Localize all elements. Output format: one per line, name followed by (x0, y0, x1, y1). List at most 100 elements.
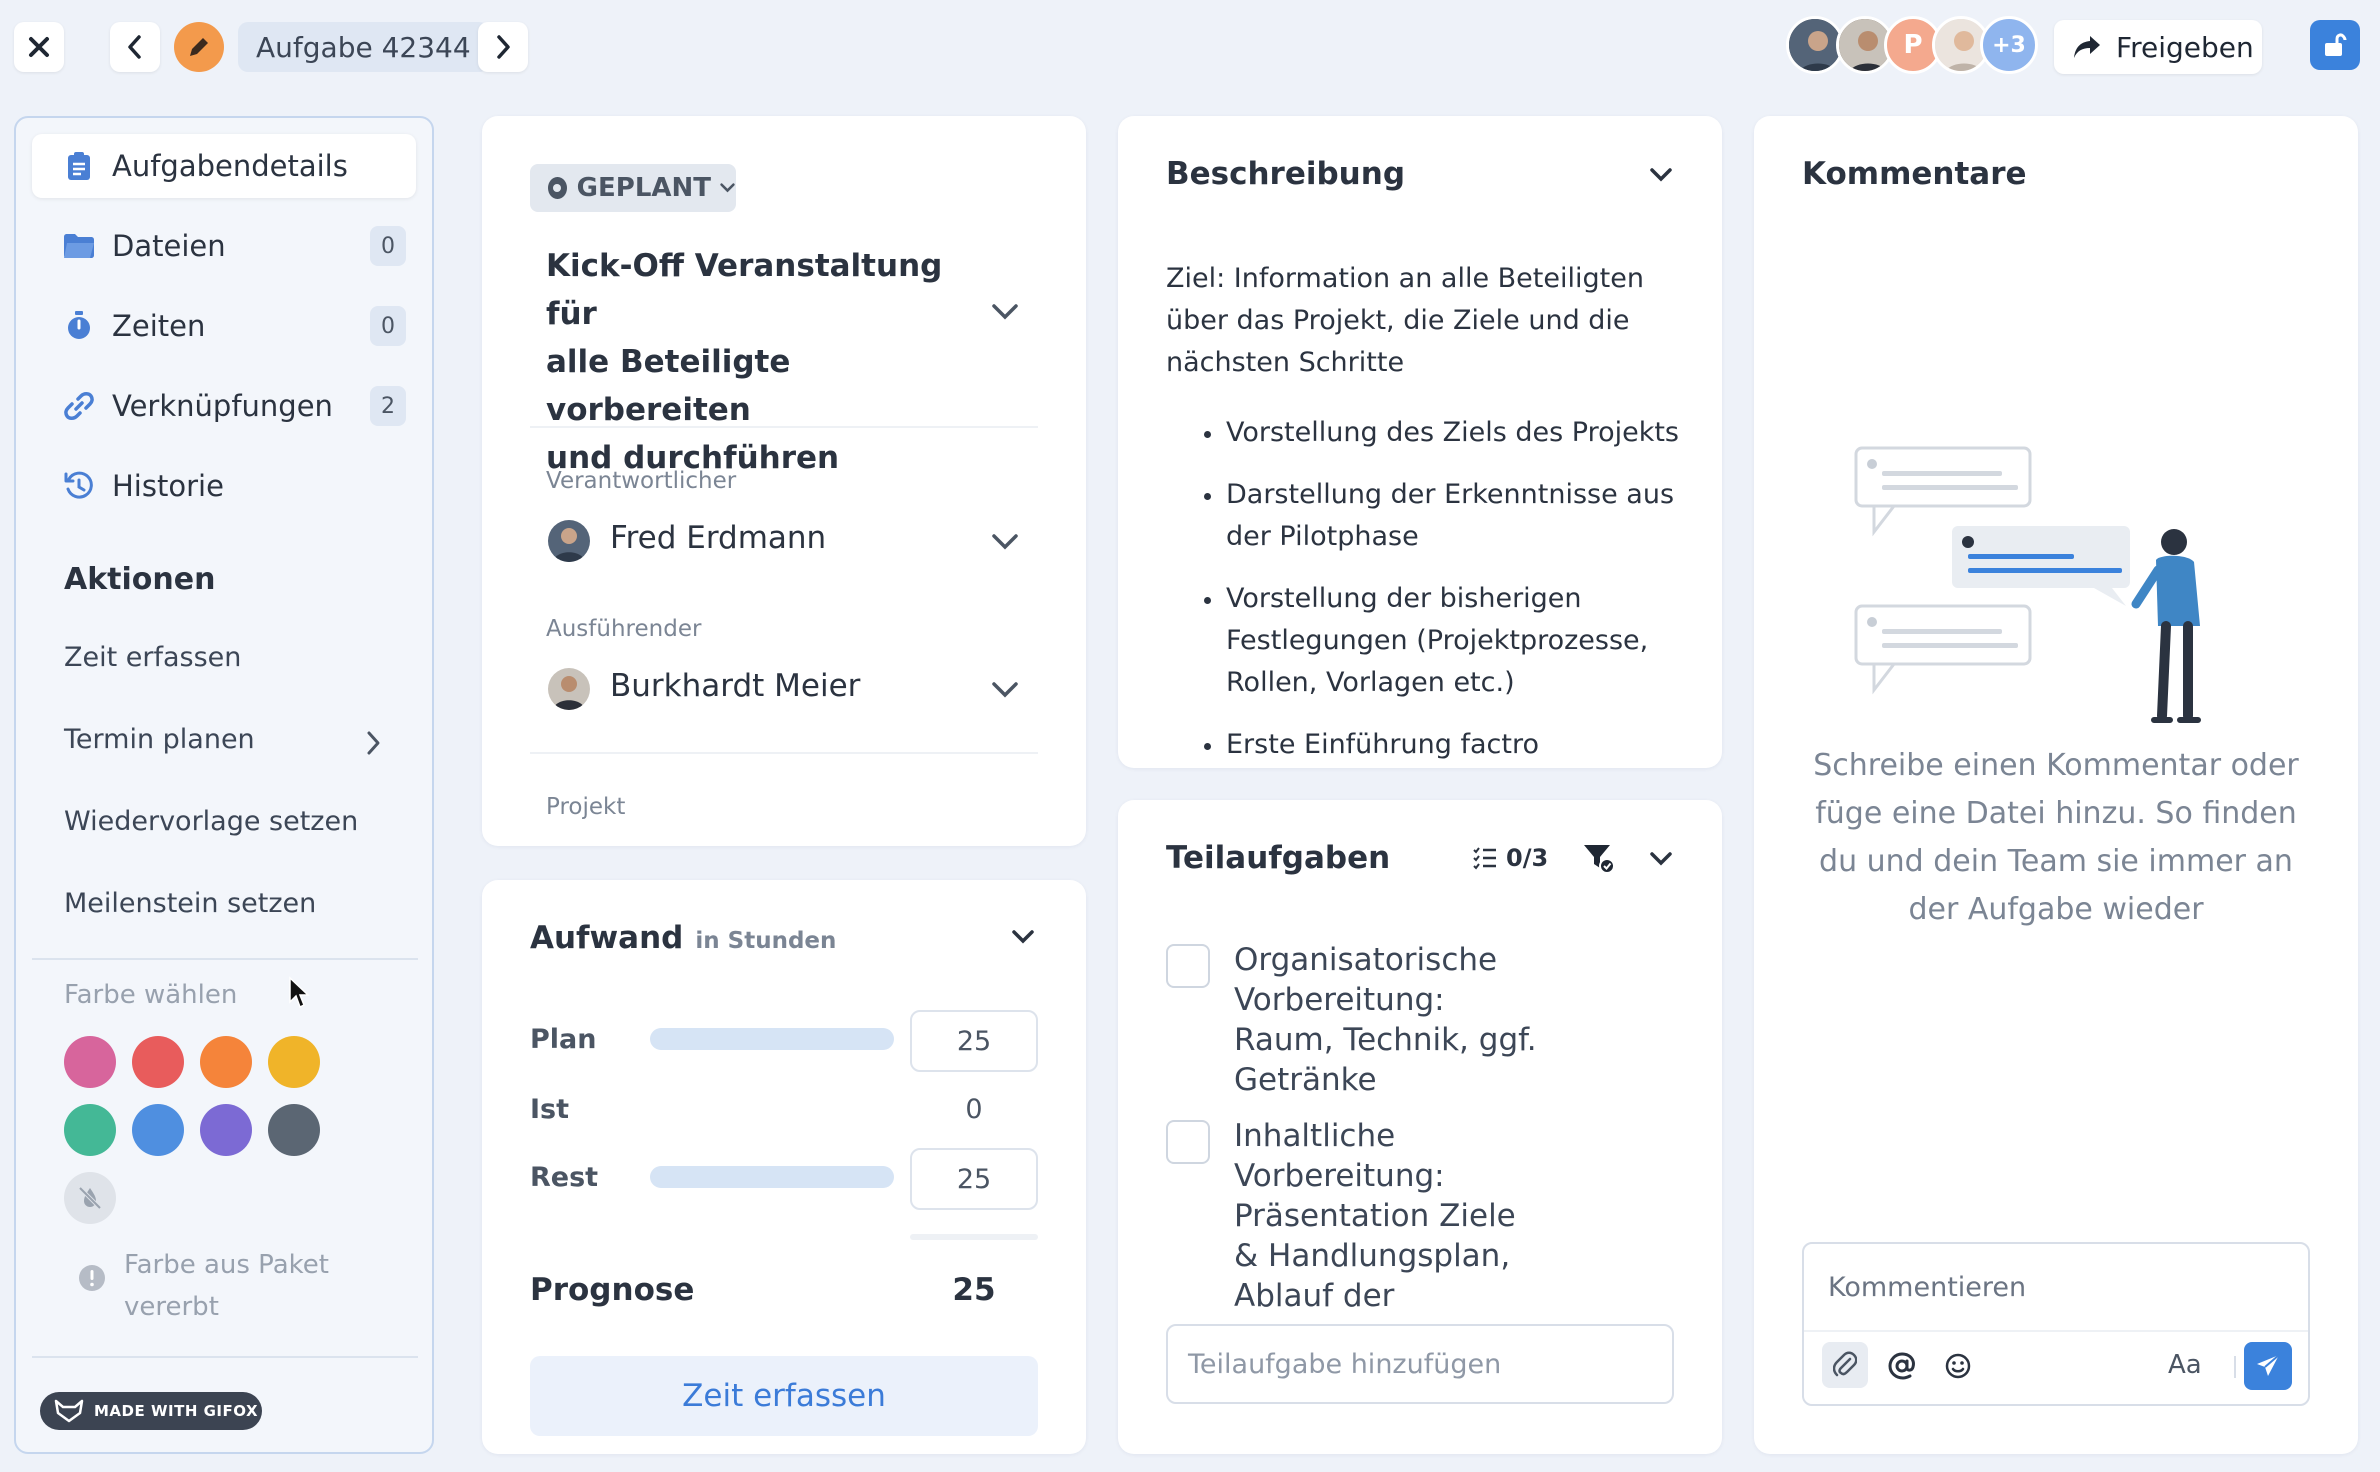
description-line: Ziel: Information an alle Beteiligten (1166, 263, 1644, 294)
description-intro: Ziel: Information an alle Beteiligten üb… (1166, 258, 1686, 384)
sidebar-item-label: Dateien (112, 229, 226, 263)
subtask-checkbox[interactable] (1166, 1120, 1210, 1164)
description-bullet-line: Vorstellung des Ziels des Projekts (1226, 417, 1680, 448)
sidebar-divider (32, 1356, 418, 1358)
links-count-badge: 2 (370, 386, 406, 426)
plan-input[interactable]: 25 (910, 1010, 1038, 1072)
subtask-checkbox[interactable] (1166, 944, 1210, 988)
subtasks-count: 0/3 (1506, 844, 1549, 872)
unlock-icon (2325, 33, 2347, 56)
effort-card: Aufwand in Stunden Plan 25 Ist 0 Rest 25… (482, 880, 1086, 1454)
comments-title: Kommentare (1802, 156, 2027, 192)
action-termin-planen[interactable]: Termin planen (64, 724, 255, 755)
log-time-button-label: Zeit erfassen (682, 1378, 886, 1414)
description-bullet: Darstellung der Erkenntnisse aus der Pil… (1226, 474, 1674, 558)
color-section-heading: Farbe wählen (64, 980, 238, 1010)
filter-icon[interactable] (1582, 842, 1616, 874)
comment-composer: Kommentieren Aa (1802, 1242, 2310, 1406)
empty-comments-message: Schreibe einen Kommentar oder füge eine … (1774, 742, 2338, 934)
color-swatch-slate[interactable] (268, 1104, 320, 1156)
text-format-button[interactable]: Aa (2168, 1350, 2202, 1380)
color-swatch-pink[interactable] (64, 1036, 116, 1088)
subtask-item[interactable]: Organisatorische Vorbereitung: Raum, Tec… (1234, 940, 1537, 1100)
sidebar-item-dateien[interactable]: Dateien 0 (32, 214, 416, 278)
color-swatch-purple[interactable] (200, 1104, 252, 1156)
more-avatars-badge[interactable]: +3 (1980, 16, 2038, 74)
task-title[interactable]: Kick-Off Veranstaltung für alle Beteilig… (546, 242, 986, 482)
sidebar-item-zeiten[interactable]: Zeiten 0 (32, 294, 416, 358)
sidebar-item-label: Zeiten (112, 309, 206, 343)
history-icon (62, 469, 96, 503)
action-wiedervorlage-setzen[interactable]: Wiedervorlage setzen (64, 806, 358, 837)
divider (1804, 1330, 2308, 1332)
description-title: Beschreibung (1166, 156, 1406, 192)
chevron-down-icon[interactable] (990, 532, 1020, 552)
bullet-dot (1204, 597, 1211, 604)
color-swatch-orange[interactable] (200, 1036, 252, 1088)
comment-input[interactable]: Kommentieren (1804, 1244, 2308, 1330)
subtask-line: Raum, Technik, ggf. (1234, 1022, 1537, 1058)
prognose-value: 25 (952, 1272, 996, 1308)
next-task-button[interactable] (478, 22, 528, 72)
executor-name[interactable]: Burkhardt Meier (610, 668, 860, 704)
no-color-icon (78, 1186, 102, 1210)
emoji-icon[interactable] (1944, 1352, 1972, 1380)
chevron-right-icon (367, 731, 380, 755)
send-button[interactable] (2244, 1342, 2292, 1390)
mention-icon[interactable] (1888, 1352, 1916, 1380)
task-title-line: Kick-Off Veranstaltung für (546, 248, 943, 332)
log-time-button[interactable]: Zeit erfassen (530, 1356, 1038, 1436)
empty-message-line: Schreibe einen Kommentar oder (1813, 748, 2299, 783)
action-zeit-erfassen[interactable]: Zeit erfassen (64, 642, 241, 673)
sidebar-item-aufgabendetails[interactable]: Aufgabendetails (32, 134, 416, 198)
action-meilenstein-setzen[interactable]: Meilenstein setzen (64, 888, 316, 919)
fox-logo-icon (54, 1399, 84, 1423)
attach-button[interactable] (1822, 1342, 1868, 1388)
subtask-line: Organisatorische (1234, 942, 1498, 978)
sidebar: Aufgabendetails Dateien 0 Zeiten 0 Verkn… (14, 116, 434, 1454)
subtask-item[interactable]: Inhaltliche Vorbereitung: Präsentation Z… (1234, 1116, 1516, 1312)
description-bullet-line: Darstellung der Erkenntnisse aus (1226, 479, 1675, 510)
avatar-initial: P (1903, 30, 1923, 60)
chevron-down-icon[interactable] (1648, 850, 1674, 868)
add-subtask-input[interactable]: Teilaufgabe hinzufügen (1166, 1324, 1674, 1404)
send-icon (2257, 1354, 2280, 1376)
share-button[interactable]: Freigeben (2054, 20, 2262, 74)
add-subtask-placeholder: Teilaufgabe hinzufügen (1188, 1348, 1502, 1380)
close-button[interactable] (14, 22, 64, 72)
status-dropdown[interactable]: GEPLANT (530, 164, 736, 212)
color-swatch-blue[interactable] (132, 1104, 184, 1156)
chevron-down-icon[interactable] (1010, 928, 1036, 946)
empty-comments-illustration (1854, 446, 2201, 723)
chevron-down-icon[interactable] (990, 302, 1020, 322)
chevron-down-icon[interactable] (1648, 166, 1674, 184)
sidebar-item-historie[interactable]: Historie (32, 454, 416, 518)
plan-bar (650, 1028, 894, 1050)
previous-task-button[interactable] (110, 22, 160, 72)
chevron-down-icon[interactable] (990, 680, 1020, 700)
rest-label: Rest (530, 1162, 599, 1193)
bullet-dot (1204, 431, 1211, 438)
rest-input[interactable]: 25 (910, 1148, 1038, 1210)
sidebar-item-verknuepfungen[interactable]: Verknüpfungen 2 (32, 374, 416, 438)
responsible-name[interactable]: Fred Erdmann (610, 520, 826, 556)
color-swatch-yellow[interactable] (268, 1036, 320, 1088)
pencil-icon (190, 38, 208, 56)
sidebar-item-label: Aufgabendetails (112, 149, 348, 183)
task-id-label: Aufgabe 42344 (256, 30, 471, 64)
no-color-button[interactable] (64, 1172, 116, 1224)
effort-title: Aufwand (530, 920, 684, 956)
more-avatars-count: +3 (1992, 32, 2026, 58)
task-id-chip: Aufgabe 42344 (238, 22, 489, 72)
color-swatch-red[interactable] (132, 1036, 184, 1088)
edit-button[interactable] (174, 22, 224, 72)
person-photo-icon (548, 520, 590, 562)
unlock-button[interactable] (2310, 20, 2360, 70)
responsible-avatar (548, 520, 590, 562)
divider (530, 426, 1038, 428)
checklist-icon (1473, 847, 1496, 870)
close-icon (29, 37, 49, 57)
chevron-left-icon (128, 35, 141, 59)
rest-bar (650, 1166, 894, 1188)
color-swatch-green[interactable] (64, 1104, 116, 1156)
